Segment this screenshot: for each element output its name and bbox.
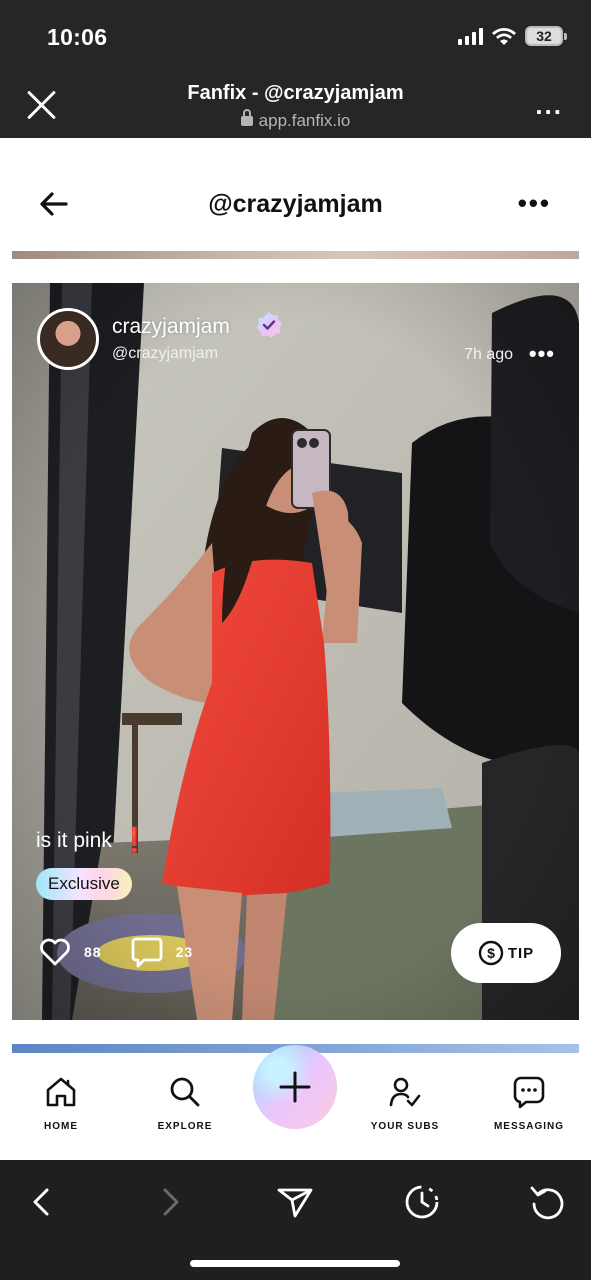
author-handle: @crazyjamjam [112,345,219,362]
post-timestamp: 7h ago [464,346,513,363]
nav-home-label: HOME [44,1121,78,1132]
nav-explore[interactable]: EXPLORE [140,1075,230,1132]
profile-header: @crazyjamjam ••• [0,138,591,258]
battery-icon: 32 [525,26,567,46]
like-count: 88 [84,944,102,960]
nav-explore-label: EXPLORE [157,1121,213,1132]
exclusive-badge: Exclusive [36,868,132,900]
page: @crazyjamjam ••• crazyjamjam @crazyjamja… [0,138,591,1160]
previous-post-edge[interactable] [12,251,579,259]
back-chevron-icon[interactable] [22,1182,62,1222]
post-photo[interactable] [12,283,579,1020]
home-indicator[interactable] [190,1260,400,1267]
comment-icon[interactable] [130,935,164,969]
status-icons: 32 [458,26,567,46]
status-time: 10:06 [47,24,108,50]
nav-home[interactable]: HOME [16,1075,106,1132]
page-title: @crazyjamjam [208,190,383,218]
forward-chevron-icon[interactable] [150,1182,190,1222]
heart-icon[interactable] [38,935,72,969]
post-more-button[interactable]: ••• [529,341,555,367]
url-text: app.fanfix.io [258,111,351,130]
wifi-icon [492,28,516,45]
caption-text: is it pink [36,828,112,852]
nav-your-subs-label: YOUR SUBS [370,1121,440,1132]
verified-badge-icon [256,312,282,338]
author-name[interactable]: crazyjamjam [112,315,230,339]
svg-text:$: $ [487,945,495,961]
subscriptions-icon [389,1077,421,1107]
plus-icon [279,1071,311,1103]
history-clock-icon[interactable] [402,1182,442,1222]
home-icon [46,1077,76,1107]
share-send-icon[interactable] [275,1182,315,1222]
browser-title: Fanfix - @crazyjamjam [187,82,404,104]
cellular-signal-icon [458,27,483,45]
post-caption: is it pink ❗ [36,826,150,855]
exclamation-emoji: ❗ [119,827,150,854]
tip-button[interactable]: $ TIP [451,923,561,983]
browser-chrome: 10:06 32 Fanfix - @crazyjamjam app.fanfi… [0,0,591,138]
nav-messaging[interactable]: MESSAGING [484,1075,574,1132]
chat-icon [513,1076,545,1109]
profile-more-button[interactable]: ••• [518,188,551,219]
post-card[interactable]: crazyjamjam @crazyjamjam 7h ago ••• is i… [12,283,579,1020]
post-actions: 88 23 [38,935,193,969]
author-avatar[interactable] [37,308,99,370]
comment-count: 23 [175,944,194,960]
bottom-nav: HOME EXPLORE YOUR SUBS MESSAGING [0,1045,591,1160]
browser-url[interactable]: app.fanfix.io [0,109,591,131]
lock-icon [240,109,253,126]
create-post-button[interactable] [253,1045,337,1129]
search-icon [170,1077,200,1107]
dollar-coin-icon: $ [478,940,504,966]
tip-label: TIP [507,944,535,962]
reload-icon[interactable] [528,1182,568,1222]
browser-more-button[interactable]: ... [535,92,563,118]
nav-messaging-label: MESSAGING [493,1121,565,1132]
nav-your-subs[interactable]: YOUR SUBS [360,1075,450,1132]
